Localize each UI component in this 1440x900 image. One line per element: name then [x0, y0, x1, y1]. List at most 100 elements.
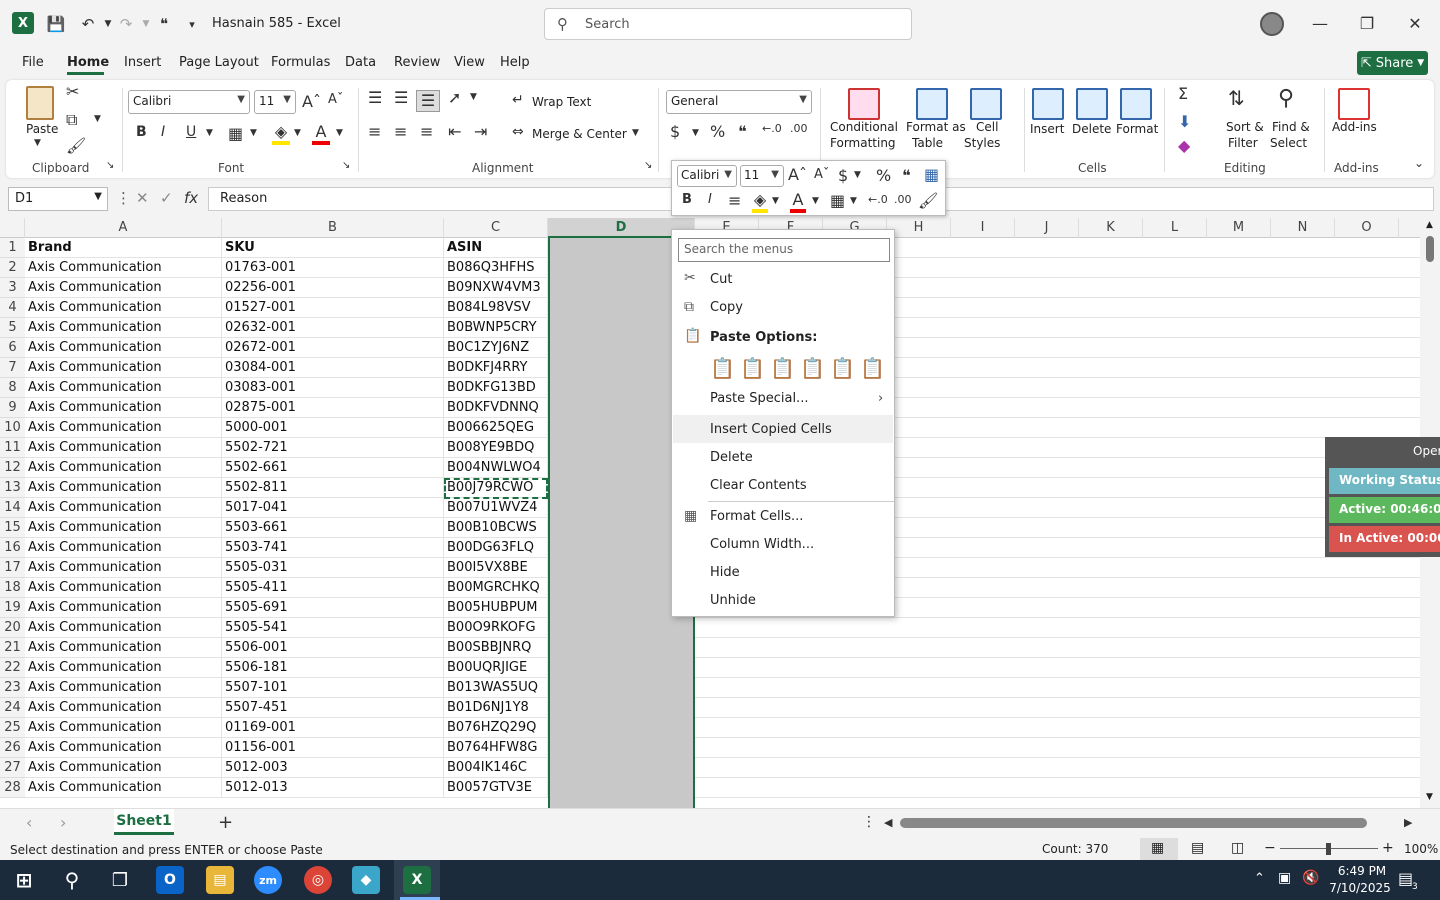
- cell-a[interactable]: Axis Communication: [25, 698, 222, 718]
- cell-a[interactable]: Axis Communication: [25, 418, 222, 438]
- increase-font-icon[interactable]: Aˆ: [788, 165, 807, 184]
- cell-c[interactable]: B00DG63FLQ: [444, 538, 548, 558]
- italic-icon[interactable]: I: [161, 124, 165, 140]
- cell-a[interactable]: Axis Communication: [25, 378, 222, 398]
- clock-date[interactable]: 7/10/2025: [1328, 881, 1392, 895]
- chevron-down-icon[interactable]: ▼: [692, 128, 699, 138]
- cancel-icon[interactable]: ✕: [136, 189, 149, 207]
- chevron-down-icon[interactable]: ▼: [854, 170, 861, 180]
- chrome-icon[interactable]: ◎: [304, 866, 332, 894]
- vertical-scroll-thumb[interactable]: [1426, 236, 1434, 262]
- row-header[interactable]: 23: [0, 678, 25, 698]
- cell-b[interactable]: 5503-661: [222, 518, 444, 538]
- status-count[interactable]: Count: 370: [1042, 842, 1108, 856]
- menu-insert-copied-cells[interactable]: Insert Copied Cells: [710, 422, 832, 437]
- name-box[interactable]: D1 ▼: [8, 187, 108, 211]
- currency-icon[interactable]: $: [838, 166, 848, 185]
- menu-paste-special[interactable]: Paste Special...: [710, 391, 808, 406]
- increase-decimal-icon[interactable]: ←.0: [868, 193, 888, 206]
- format-cells-label[interactable]: Format: [1116, 122, 1158, 136]
- cell-c[interactable]: B006625QEG: [444, 418, 548, 438]
- scroll-left-icon[interactable]: ◀: [884, 816, 892, 829]
- select-all-corner[interactable]: [0, 218, 25, 238]
- tab-help[interactable]: Help: [500, 55, 530, 70]
- row-header[interactable]: 26: [0, 738, 25, 758]
- sort-filter-label-1[interactable]: Sort &: [1226, 120, 1264, 134]
- cell-a[interactable]: Brand: [25, 238, 222, 258]
- page-break-view-icon[interactable]: ◫: [1231, 840, 1244, 856]
- row-header[interactable]: 21: [0, 638, 25, 658]
- copy-icon[interactable]: ⧉: [66, 110, 77, 130]
- cell-styles-label-2[interactable]: Styles: [964, 136, 1000, 150]
- cell-c[interactable]: B00UQRJIGE: [444, 658, 548, 678]
- row-header[interactable]: 8: [0, 378, 25, 398]
- sort-filter-label-2[interactable]: Filter: [1228, 136, 1258, 150]
- cell-a[interactable]: Axis Communication: [25, 518, 222, 538]
- borders-icon[interactable]: ▦: [228, 124, 243, 143]
- insert-function-icon[interactable]: fx: [184, 189, 198, 207]
- row-header[interactable]: 18: [0, 578, 25, 598]
- row-header[interactable]: 25: [0, 718, 25, 738]
- page-layout-view-icon[interactable]: ▤: [1191, 840, 1204, 856]
- percent-icon[interactable]: %: [876, 166, 891, 185]
- format-cells-icon[interactable]: [1120, 88, 1152, 120]
- row-header[interactable]: 12: [0, 458, 25, 478]
- row-header[interactable]: 9: [0, 398, 25, 418]
- cell-a[interactable]: Axis Communication: [25, 258, 222, 278]
- restore-button[interactable]: ❐: [1352, 10, 1382, 38]
- dialog-launcher-icon[interactable]: ↘: [342, 160, 350, 171]
- file-explorer-icon[interactable]: ▤: [206, 866, 234, 894]
- tab-insert[interactable]: Insert: [124, 55, 161, 70]
- delete-cells-icon[interactable]: [1076, 88, 1108, 120]
- task-view-icon[interactable]: ❐: [106, 866, 134, 894]
- cell-a[interactable]: Axis Communication: [25, 358, 222, 378]
- cell-a[interactable]: Axis Communication: [25, 278, 222, 298]
- row-header[interactable]: 2: [0, 258, 25, 278]
- tracker-header[interactable]: Oper: [1413, 444, 1440, 458]
- cell-c[interactable]: B084L98VSV: [444, 298, 548, 318]
- scroll-up-icon[interactable]: ▲: [1426, 220, 1433, 230]
- cell-b[interactable]: 02256-001: [222, 278, 444, 298]
- add-ins-button-label[interactable]: Add-ins: [1332, 120, 1377, 134]
- cell-b[interactable]: 5507-101: [222, 678, 444, 698]
- column-header-b[interactable]: B: [222, 218, 444, 238]
- cell-c[interactable]: B004IK146C: [444, 758, 548, 778]
- cell-c[interactable]: B0764HFW8G: [444, 738, 548, 758]
- row-header[interactable]: 28: [0, 778, 25, 798]
- comma-style-icon[interactable]: ❝: [738, 122, 747, 141]
- share-button[interactable]: ⇱ Share ▼: [1357, 51, 1428, 75]
- cell-b[interactable]: 5507-451: [222, 698, 444, 718]
- row-header[interactable]: 5: [0, 318, 25, 338]
- merge-center-label[interactable]: Merge & Center: [532, 127, 627, 141]
- align-center-icon[interactable]: ≡: [394, 122, 407, 141]
- cell-a[interactable]: Axis Communication: [25, 578, 222, 598]
- cell-a[interactable]: Axis Communication: [25, 318, 222, 338]
- format-painter-icon[interactable]: 🖌: [66, 136, 86, 155]
- fill-color-icon[interactable]: ◈: [752, 190, 768, 213]
- find-select-icon[interactable]: ⚲: [1278, 86, 1294, 111]
- merge-center-icon[interactable]: ⇔: [512, 124, 524, 140]
- cell-a[interactable]: Axis Communication: [25, 738, 222, 758]
- cell-c[interactable]: B0C1ZYJ6NZ: [444, 338, 548, 358]
- cell-c[interactable]: B00MGRCHKQ: [444, 578, 548, 598]
- volume-muted-icon[interactable]: 🔇: [1302, 870, 1319, 886]
- cell-b[interactable]: 01527-001: [222, 298, 444, 318]
- column-header-m[interactable]: M: [1207, 218, 1271, 238]
- format-painter-qat-icon[interactable]: ❝: [152, 12, 176, 36]
- borders-icon[interactable]: ▦: [830, 191, 845, 210]
- increase-font-icon[interactable]: Aˆ: [302, 92, 321, 111]
- sheet-tab-sheet1[interactable]: Sheet1: [114, 809, 174, 835]
- chevron-down-icon[interactable]: ▼: [250, 128, 257, 138]
- cell-b[interactable]: 03084-001: [222, 358, 444, 378]
- app-icon[interactable]: ◆: [352, 866, 380, 894]
- wrap-text-label[interactable]: Wrap Text: [532, 95, 591, 109]
- font-color-icon[interactable]: A: [312, 122, 330, 145]
- column-header-o[interactable]: O: [1335, 218, 1399, 238]
- column-header-j[interactable]: J: [1015, 218, 1079, 238]
- row-header[interactable]: 4: [0, 298, 25, 318]
- paste-label[interactable]: Paste: [26, 122, 58, 136]
- cell-b[interactable]: 01169-001: [222, 718, 444, 738]
- column-header-h[interactable]: H: [887, 218, 951, 238]
- find-select-label-1[interactable]: Find &: [1272, 120, 1310, 134]
- align-right-icon[interactable]: ≡: [420, 122, 433, 141]
